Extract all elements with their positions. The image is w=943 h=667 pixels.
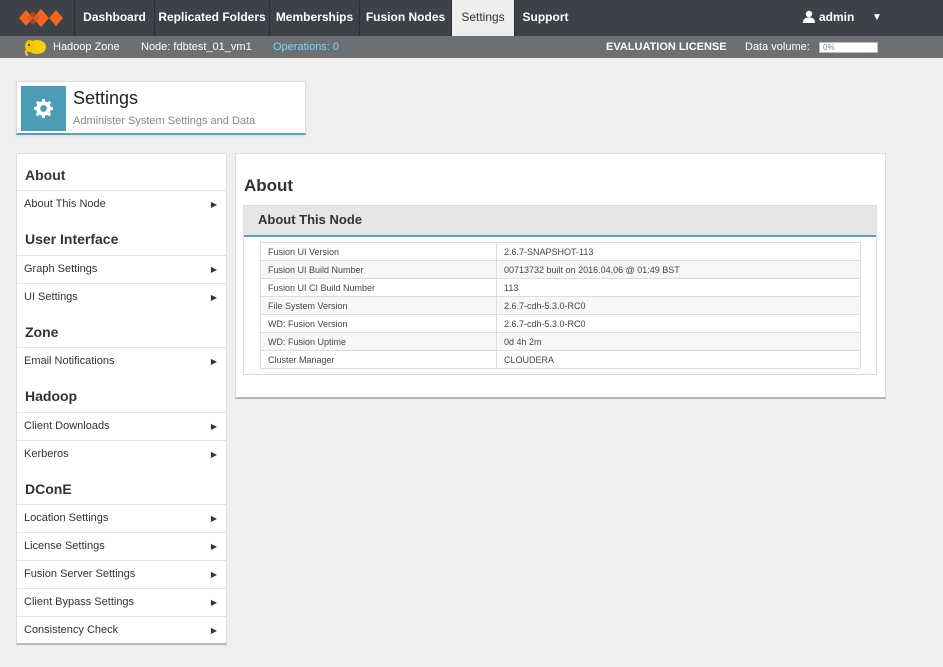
table-row: File System Version 2.6.7-cdh-5.3.0-RC0 bbox=[260, 296, 861, 315]
sidebar-item-label: Consistency Check bbox=[24, 624, 119, 636]
tab-fusion-nodes[interactable]: Fusion Nodes bbox=[359, 0, 451, 36]
table-row: Fusion UI Build Number 00713732 built on… bbox=[260, 260, 861, 279]
sidebar-item-label: UI Settings bbox=[24, 291, 78, 303]
about-node-panel: About This Node Fusion UI Version 2.6.7-… bbox=[243, 205, 877, 375]
chevron-right-icon: ▶ bbox=[210, 542, 217, 551]
tab-support[interactable]: Support bbox=[514, 0, 576, 36]
row-key: WD: Fusion Uptime bbox=[260, 332, 497, 351]
row-key: Fusion UI Build Number bbox=[260, 260, 497, 279]
sidebar-item-label: Fusion Server Settings bbox=[24, 568, 136, 580]
panel-header: About This Node bbox=[244, 206, 876, 237]
sidebar-item-email-notifications[interactable]: Email Notifications ▶ bbox=[17, 347, 226, 375]
chevron-right-icon: ▶ bbox=[210, 265, 217, 274]
panel-title: About This Node bbox=[258, 212, 362, 227]
row-key: Fusion UI Version bbox=[260, 242, 497, 261]
table-row: WD: Fusion Version 2.6.7-cdh-5.3.0-RC0 bbox=[260, 314, 861, 333]
sidebar-heading-hadoop: Hadoop bbox=[25, 388, 78, 404]
row-value: CLOUDERA bbox=[496, 350, 861, 369]
sidebar-heading-dcone: DConE bbox=[25, 481, 72, 497]
tab-dashboard[interactable]: Dashboard bbox=[74, 0, 154, 36]
status-bar: Hadoop Zone Node: fdbtest_01_vm1 Operati… bbox=[0, 36, 943, 58]
chevron-right-icon: ▶ bbox=[210, 200, 217, 209]
row-key: WD: Fusion Version bbox=[260, 314, 497, 333]
sidebar-heading-zone: Zone bbox=[25, 324, 59, 340]
sidebar-item-label: Email Notifications bbox=[24, 355, 115, 367]
tab-memberships[interactable]: Memberships bbox=[269, 0, 359, 36]
data-volume-value: 0% bbox=[823, 43, 835, 52]
settings-sidebar: About About This Node ▶ User Interface G… bbox=[16, 153, 227, 645]
table-row: Fusion UI CI Build Number 113 bbox=[260, 278, 861, 297]
sidebar-item-license-settings[interactable]: License Settings ▶ bbox=[17, 532, 226, 560]
sidebar-item-client-downloads[interactable]: Client Downloads ▶ bbox=[17, 412, 226, 440]
sidebar-item-kerberos[interactable]: Kerberos ▶ bbox=[17, 440, 226, 468]
sidebar-item-about-this-node[interactable]: About This Node ▶ bbox=[17, 190, 226, 218]
gear-icon bbox=[34, 99, 53, 118]
sidebar-item-graph-settings[interactable]: Graph Settings ▶ bbox=[17, 255, 226, 283]
sidebar-item-label: License Settings bbox=[24, 540, 105, 552]
zone-name: Hadoop Zone bbox=[53, 41, 120, 53]
data-volume-label: Data volume: bbox=[745, 41, 810, 53]
main-panel: About About This Node Fusion UI Version … bbox=[235, 153, 886, 399]
chevron-right-icon: ▶ bbox=[210, 570, 217, 579]
chevron-right-icon: ▶ bbox=[210, 293, 217, 302]
user-menu[interactable]: admin bbox=[803, 0, 854, 36]
row-value: 113 bbox=[496, 278, 861, 297]
operations-count[interactable]: Operations: 0 bbox=[273, 36, 339, 58]
sidebar-item-label: Location Settings bbox=[24, 512, 109, 524]
top-navbar: Dashboard Replicated Folders Memberships… bbox=[0, 0, 943, 36]
user-icon bbox=[803, 10, 815, 23]
chevron-right-icon: ▶ bbox=[210, 357, 217, 366]
chevron-down-icon[interactable]: ▼ bbox=[872, 0, 882, 36]
sidebar-item-ui-settings[interactable]: UI Settings ▶ bbox=[17, 283, 226, 311]
chevron-right-icon: ▶ bbox=[210, 514, 217, 523]
sidebar-item-label: Client Bypass Settings bbox=[24, 596, 135, 608]
sidebar-item-label: Kerberos bbox=[24, 448, 69, 460]
row-key: Fusion UI CI Build Number bbox=[260, 278, 497, 297]
page-subtitle: Administer System Settings and Data bbox=[73, 115, 256, 127]
sidebar-item-consistency-check[interactable]: Consistency Check ▶ bbox=[17, 616, 226, 644]
table-row: Cluster Manager CLOUDERA bbox=[260, 350, 861, 369]
sidebar-item-location-settings[interactable]: Location Settings ▶ bbox=[17, 504, 226, 532]
hadoop-elephant-icon bbox=[24, 40, 46, 56]
tab-settings[interactable]: Settings bbox=[451, 0, 514, 36]
row-value: 0d 4h 2m bbox=[496, 332, 861, 351]
row-key: File System Version bbox=[260, 296, 497, 315]
row-value: 2.6.7-cdh-5.3.0-RC0 bbox=[496, 314, 861, 333]
wandisco-logo-icon bbox=[19, 9, 63, 27]
sidebar-item-client-bypass-settings[interactable]: Client Bypass Settings ▶ bbox=[17, 588, 226, 616]
chevron-right-icon: ▶ bbox=[210, 422, 217, 431]
sidebar-heading-user-interface: User Interface bbox=[25, 231, 119, 247]
license-status: EVALUATION LICENSE bbox=[606, 41, 727, 53]
chevron-right-icon: ▶ bbox=[210, 626, 217, 635]
chevron-right-icon: ▶ bbox=[210, 450, 217, 459]
row-key: Cluster Manager bbox=[260, 350, 497, 369]
page-header: Settings Administer System Settings and … bbox=[16, 81, 306, 135]
sidebar-heading-about: About bbox=[25, 167, 66, 183]
user-name: admin bbox=[819, 10, 855, 24]
chevron-right-icon: ▶ bbox=[210, 598, 217, 607]
section-title: About bbox=[244, 176, 294, 195]
row-value: 2.6.7-SNAPSHOT-113 bbox=[496, 242, 861, 261]
node-info-table: Fusion UI Version 2.6.7-SNAPSHOT-113 Fus… bbox=[260, 242, 861, 369]
table-row: WD: Fusion Uptime 0d 4h 2m bbox=[260, 332, 861, 351]
row-value: 2.6.7-cdh-5.3.0-RC0 bbox=[496, 296, 861, 315]
sidebar-item-fusion-server-settings[interactable]: Fusion Server Settings ▶ bbox=[17, 560, 226, 588]
sidebar-item-label: About This Node bbox=[24, 198, 106, 210]
data-volume-bar: 0% bbox=[819, 42, 878, 53]
table-row: Fusion UI Version 2.6.7-SNAPSHOT-113 bbox=[260, 242, 861, 261]
node-name: Node: fdbtest_01_vm1 bbox=[141, 41, 252, 53]
tab-replicated-folders[interactable]: Replicated Folders bbox=[154, 0, 269, 36]
row-value: 00713732 built on 2016.04.06 @ 01:49 BST bbox=[496, 260, 861, 279]
settings-icon-box bbox=[21, 86, 66, 131]
sidebar-item-label: Graph Settings bbox=[24, 263, 98, 275]
logo[interactable] bbox=[0, 0, 74, 36]
page-title: Settings bbox=[73, 88, 139, 108]
sidebar-item-label: Client Downloads bbox=[24, 420, 110, 432]
